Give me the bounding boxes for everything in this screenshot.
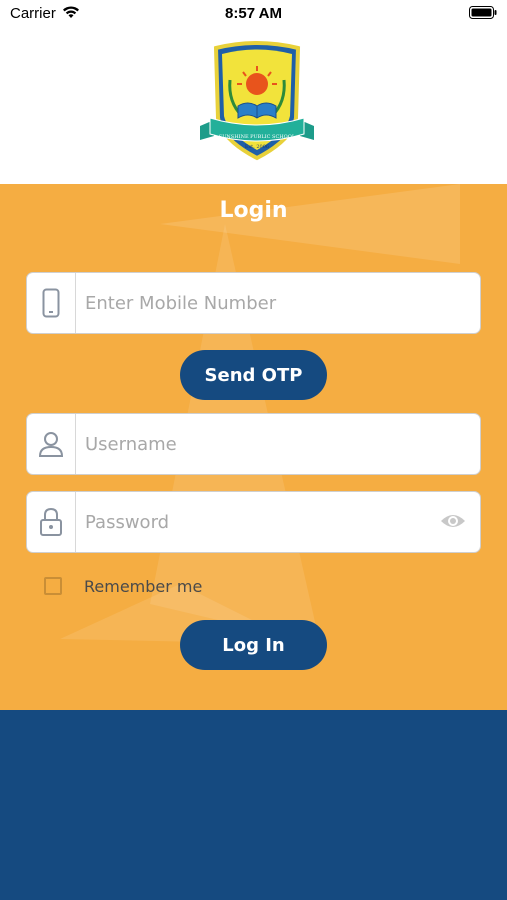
mobile-phone-icon [27,273,76,333]
password-input[interactable] [85,492,415,552]
login-panel: Login Send OTP [0,184,507,710]
login-title: Login [219,198,288,223]
footer-area [0,710,507,900]
mobile-number-field[interactable] [26,272,481,334]
battery-icon [469,6,497,24]
remember-me-label: Remember me [84,577,203,596]
logo-banner-text: SUNSHINE PUBLIC SCHOOL [219,134,296,140]
username-input[interactable] [85,414,465,474]
header: SUNSHINE PUBLIC SCHOOL Est. 2006 [0,26,507,184]
login-button[interactable]: Log In [180,620,327,670]
eye-icon[interactable] [440,511,466,535]
clock-time: 8:57 AM [225,5,282,22]
user-icon [27,414,76,474]
lock-icon [27,492,76,552]
status-bar: Carrier 8:57 AM [0,0,507,26]
username-field[interactable] [26,413,481,475]
send-otp-button[interactable]: Send OTP [180,350,327,400]
logo-est-text: Est. 2006 [245,144,269,150]
password-field[interactable] [26,491,481,553]
mobile-number-input[interactable] [85,273,465,333]
school-crest-logo: SUNSHINE PUBLIC SCHOOL Est. 2006 [198,40,316,166]
remember-me-checkbox[interactable] [44,577,62,595]
